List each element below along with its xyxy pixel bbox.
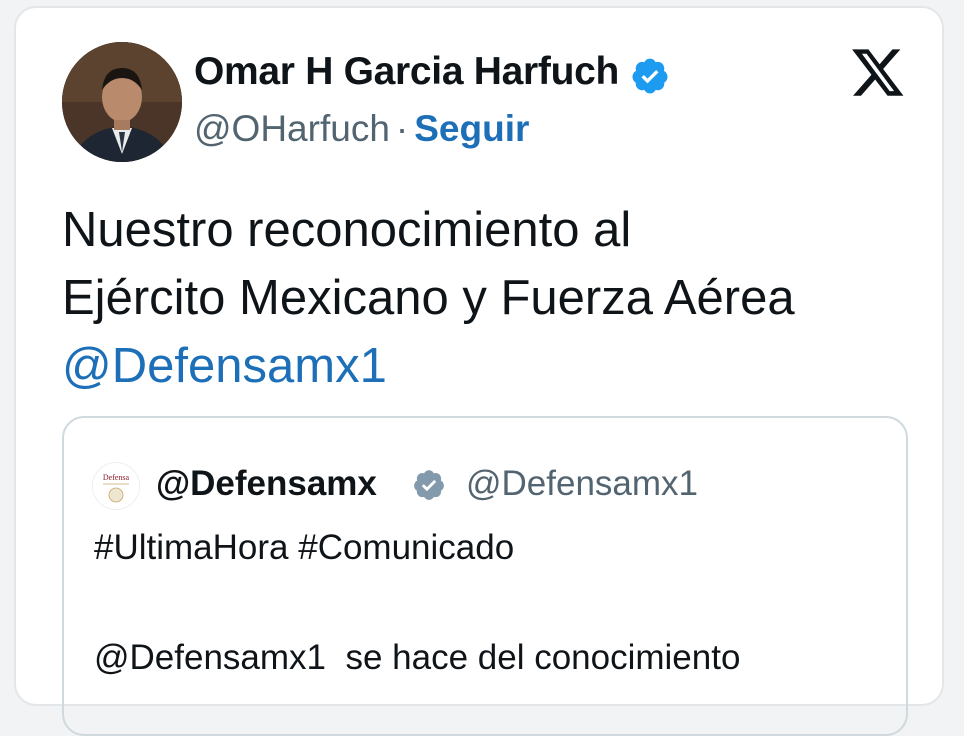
quoted-tweet[interactable]: Defensa @Defensamx @Defensamx1 #UltimaHo…	[62, 416, 908, 736]
tweet-text-line1: Nuestro reconocimiento al	[62, 203, 632, 257]
tweet-mention-link[interactable]: @Defensamx1	[62, 332, 922, 400]
author-handle-row: @OHarfuch · Seguir	[194, 108, 529, 150]
quoted-avatar-label: Defensa	[103, 473, 130, 482]
tweet-text: Nuestro reconocimiento al Ejército Mexic…	[62, 196, 922, 400]
follow-link[interactable]: Seguir	[414, 108, 529, 149]
tweet-text-line2: Ejército Mexicano y Fuerza Aérea	[62, 271, 795, 325]
quoted-display-name[interactable]: @Defensamx	[156, 464, 377, 504]
tweet-embed-card[interactable]: Omar H Garcia Harfuch @OHarfuch · Seguir N…	[14, 6, 944, 736]
separator-dot: ·	[395, 108, 409, 149]
x-logo-icon[interactable]	[850, 44, 906, 100]
author-display-name[interactable]: Omar H Garcia Harfuch	[194, 50, 619, 94]
quoted-text-hashtags: #UltimaHora #Comunicado	[94, 528, 515, 567]
author-avatar[interactable]	[62, 42, 182, 162]
verified-badge-icon	[632, 58, 668, 94]
quoted-verified-badge-icon	[414, 470, 444, 500]
quoted-text-body: @Defensamx1 se hace del conocimiento	[94, 638, 894, 678]
author-handle[interactable]: @OHarfuch	[194, 108, 390, 149]
quoted-text-mention[interactable]: @Defensamx1	[94, 638, 326, 677]
quoted-avatar[interactable]: Defensa	[92, 462, 140, 510]
quoted-text-rest: se hace del conocimiento	[326, 638, 741, 677]
quoted-handle[interactable]: @Defensamx1	[466, 464, 698, 504]
